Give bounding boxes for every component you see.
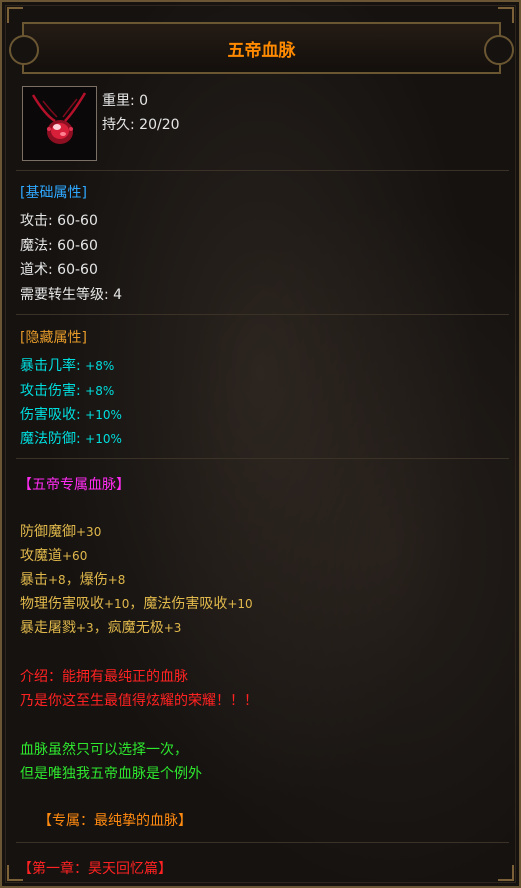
exclusive-stat-line-1: 防御魔御+30: [20, 521, 101, 541]
stat-value: +10: [227, 597, 253, 611]
stat-name: ，魔法伤害吸收: [129, 596, 228, 612]
stat-name: ，疯魔无极: [93, 620, 164, 636]
damage-absorb-label: 伤害吸收:: [20, 407, 81, 423]
flavor-line-2: 但是唯独我五帝血脉是个例外: [20, 766, 202, 782]
stat-name: 攻魔道: [20, 548, 62, 564]
durability-label: 持久:: [102, 117, 135, 133]
attack-row: 攻击: 60-60: [20, 210, 98, 230]
intro-line-2: 乃是你这至生最值得炫耀的荣耀！！！: [20, 693, 258, 709]
rebirth-level-row: 需要转生等级: 4: [20, 284, 122, 304]
attack-damage-label: 攻击伤害:: [20, 383, 81, 399]
exclusive-stat-line-5: 暴走屠戮+3，疯魔无极+3: [20, 617, 181, 637]
flavor-line-1: 血脉虽然只可以选择一次，: [20, 742, 188, 758]
rebirth-value: 4: [113, 287, 123, 303]
stat-value: +60: [62, 549, 88, 563]
weight-value: 0: [139, 93, 149, 109]
corner-ornament-bottom-right: [498, 865, 514, 881]
stat-name: 物理伤害吸收: [20, 596, 104, 612]
attack-damage-row: 攻击伤害: +8%: [20, 380, 114, 400]
taoism-value: 60-60: [57, 262, 98, 278]
stat-value: +10: [104, 597, 130, 611]
chapter-label: 【第一章：昊天回忆篇】: [18, 861, 172, 877]
blood-amulet-icon: [23, 87, 96, 160]
base-attributes-header: [基础属性]: [20, 185, 87, 201]
taoism-row: 道术: 60-60: [20, 259, 98, 279]
exclusive-stat-line-2: 攻魔道+60: [20, 545, 87, 565]
stat-value: +3: [163, 621, 182, 635]
magic-defense-row: 魔法防御: +10%: [20, 428, 122, 448]
stat-name: 防御魔御: [20, 524, 76, 540]
taoism-label: 道术:: [20, 262, 53, 278]
damage-absorb-value: +10%: [85, 408, 122, 422]
rebirth-label: 需要转生等级:: [20, 287, 109, 303]
stat-value: +8: [107, 573, 126, 587]
durability-row: 持久: 20/20: [102, 114, 180, 134]
weight-row: 重里: 0: [102, 90, 148, 110]
divider: [16, 458, 509, 459]
intro-line-1: 介绍：能拥有最纯正的血脉: [20, 669, 188, 685]
item-icon-frame: [22, 86, 97, 161]
stat-value: +3: [76, 621, 94, 635]
exclusive-note: 【专属：最纯挚的血脉】: [38, 813, 192, 829]
item-tooltip-panel: 五帝血脉 重里: 0 持久: 20/20 [基础属性] 攻击: 60-60 魔法…: [0, 0, 521, 888]
corner-ornament-top-left: [7, 7, 23, 23]
magic-row: 魔法: 60-60: [20, 235, 98, 255]
divider: [16, 314, 509, 315]
magic-defense-label: 魔法防御:: [20, 431, 81, 447]
item-title-bar: 五帝血脉: [9, 22, 514, 74]
attack-label: 攻击:: [20, 213, 53, 229]
divider: [16, 842, 509, 843]
damage-absorb-row: 伤害吸收: +10%: [20, 404, 122, 424]
exclusive-stat-line-4: 物理伤害吸收+10，魔法伤害吸收+10: [20, 593, 253, 613]
stat-value: +8: [48, 573, 66, 587]
stat-value: +30: [76, 525, 102, 539]
magic-value: 60-60: [57, 238, 98, 254]
corner-ornament-top-right: [498, 7, 514, 23]
crit-value: +8%: [85, 359, 115, 373]
exclusive-stat-line-3: 暴击+8，爆伤+8: [20, 569, 125, 589]
crit-label: 暴击几率:: [20, 358, 81, 374]
divider: [16, 170, 509, 171]
magic-defense-value: +10%: [85, 432, 122, 446]
weight-label: 重里:: [102, 93, 135, 109]
hidden-attributes-header: [隐藏属性]: [20, 330, 87, 346]
attack-damage-value: +8%: [85, 384, 115, 398]
item-title: 五帝血脉: [227, 40, 296, 61]
magic-label: 魔法:: [20, 238, 53, 254]
stat-name: ，爆伤: [65, 572, 108, 588]
attack-value: 60-60: [57, 213, 98, 229]
crit-chance-row: 暴击几率: +8%: [20, 355, 114, 375]
stat-name: 暴走屠戮: [20, 620, 76, 636]
durability-value: 20/20: [139, 117, 180, 133]
stat-name: 暴击: [20, 572, 48, 588]
exclusive-bloodline-header: 【五帝专属血脉】: [18, 477, 130, 493]
